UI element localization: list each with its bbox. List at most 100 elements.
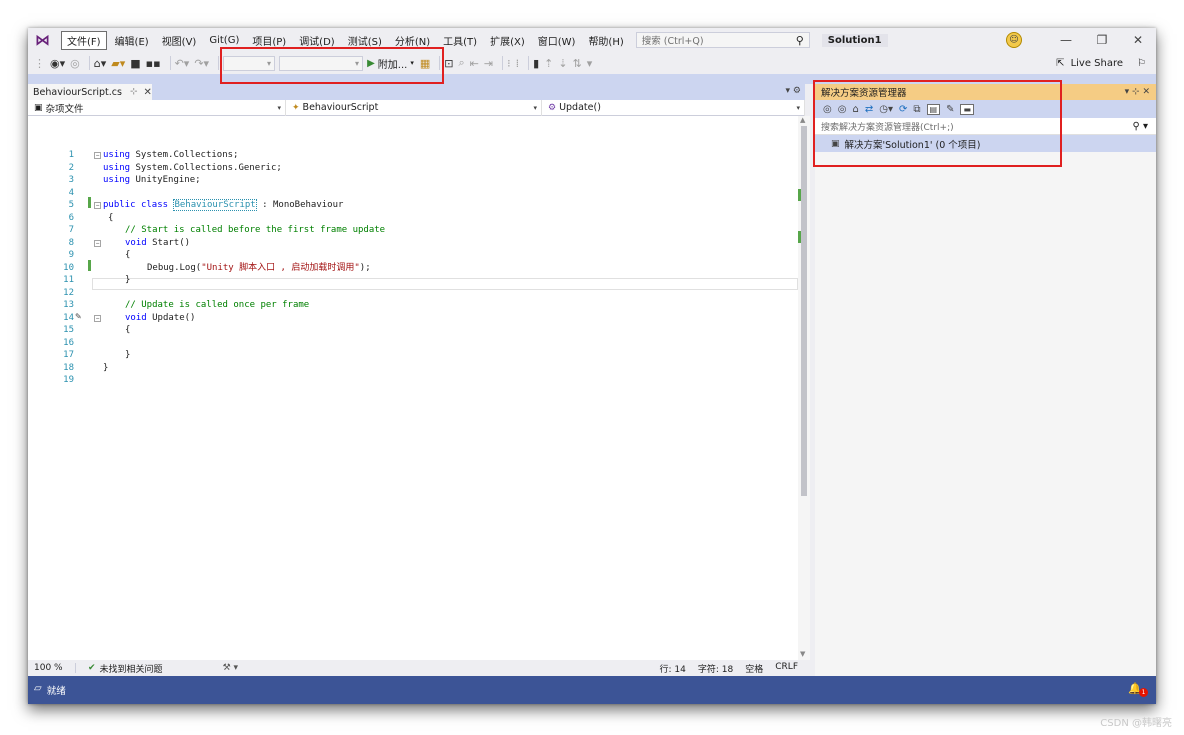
window-controls: ☺ — ❐ ✕ xyxy=(1006,28,1156,52)
global-search-placeholder: 搜索 (Ctrl+Q) xyxy=(641,36,704,47)
line-number: 5 xyxy=(68,200,74,210)
scrollbar-thumb[interactable] xyxy=(801,126,807,496)
vertical-scrollbar[interactable]: ▲ ▼ xyxy=(798,116,810,660)
undo-icon[interactable]: ↶▾ xyxy=(175,57,190,70)
line-number: 4 xyxy=(68,187,74,198)
code-line: 17} xyxy=(28,349,798,362)
save-all-icon[interactable]: ▪▪ xyxy=(146,57,161,70)
toolbar-separator xyxy=(88,56,90,70)
line-number: 9 xyxy=(68,250,74,260)
vs-window: ⋈ 文件(F) 编辑(E) 视图(V) Git(G) 项目(P) 调试(D) 测… xyxy=(28,28,1156,704)
code-line: 19 xyxy=(28,374,798,387)
toolbar-separator xyxy=(502,56,504,70)
code-line: 10 Debug.Log("Unity 脚本入口 , 启动加载时调用"); xyxy=(28,262,798,275)
outdent-icon[interactable]: ⇤ xyxy=(470,57,479,70)
menu-window[interactable]: 窗口(W) xyxy=(533,32,581,49)
class-dropdown[interactable]: ✦ BehaviourScript ▾ xyxy=(286,99,542,116)
zoom-dropdown[interactable]: 100 % xyxy=(28,663,76,673)
toolbar-overflow-icon[interactable]: ▾ xyxy=(587,57,593,70)
menu-extensions[interactable]: 扩展(X) xyxy=(485,32,530,49)
menu-edit[interactable]: 编辑(E) xyxy=(110,32,154,49)
menu-file[interactable]: 文件(F) xyxy=(61,30,107,50)
line-number: 11 xyxy=(63,275,74,285)
code-line: 4 xyxy=(28,187,798,200)
visual-studio-logo-icon: ⋈ xyxy=(35,31,50,49)
tab-dropdown-icon[interactable]: ▾ ⚙ xyxy=(782,84,805,98)
indent-icon[interactable]: ⇥ xyxy=(484,57,493,70)
code-line: 1 using System.Collections; xyxy=(28,149,798,162)
search-icon: ⚲ ▾ xyxy=(1132,120,1148,132)
bookmark-icon[interactable]: ▮ xyxy=(533,57,539,70)
new-project-icon[interactable]: ⌂▾ xyxy=(94,57,107,70)
line-number: 15 xyxy=(63,325,74,335)
code-line: 3 using UnityEngine; xyxy=(28,174,798,187)
char-indicator: 字符: 18 xyxy=(697,664,734,675)
ready-label: 就绪 xyxy=(46,686,66,697)
toolbar-separator xyxy=(528,56,530,70)
project-dropdown[interactable]: ▣ 杂项文件 ▾ xyxy=(28,99,286,116)
share-icon: ⇱ xyxy=(1056,57,1065,69)
spaces-indicator[interactable]: 空格 xyxy=(745,662,763,675)
notification-badge: 1 xyxy=(1139,688,1148,697)
menu-test[interactable]: 测试(S) xyxy=(343,32,387,49)
member-dropdown[interactable]: ⚙ Update() ▾ xyxy=(542,99,805,116)
screenshot-icon[interactable]: ⊡ xyxy=(444,57,453,70)
next-bookmark-icon[interactable]: ⇣ xyxy=(558,57,567,70)
find-icon[interactable]: ⌕ xyxy=(458,56,464,70)
document-tab[interactable]: BehaviourScript.cs ⊹ ✕ xyxy=(28,84,152,100)
navigate-back-icon[interactable]: ◉▾ xyxy=(50,57,65,70)
code-line: 14 void Update() xyxy=(28,312,798,325)
member-dropdown-value: Update() xyxy=(559,102,601,113)
change-marker xyxy=(798,189,801,201)
menu-view[interactable]: 视图(V) xyxy=(157,32,202,49)
class-icon: ✦ xyxy=(292,102,300,113)
redo-icon[interactable]: ↷▾ xyxy=(194,57,209,70)
uncomment-icon[interactable]: ⁞ xyxy=(516,57,520,70)
comment-icon[interactable]: ⁝ xyxy=(507,57,511,70)
prev-bookmark-icon[interactable]: ⇡ xyxy=(544,57,553,70)
panel-controls-icon[interactable]: ▾ ⊹ ✕ xyxy=(1125,87,1150,97)
menu-debug[interactable]: 调试(D) xyxy=(294,32,340,49)
minimize-button[interactable]: — xyxy=(1048,33,1084,47)
line-number: 12 xyxy=(63,287,74,298)
eol-indicator[interactable]: CRLF xyxy=(775,662,798,675)
toolbar-separator xyxy=(169,56,171,70)
open-file-icon[interactable]: ▰▾ xyxy=(111,57,125,70)
menu-tools[interactable]: 工具(T) xyxy=(438,32,482,49)
navigate-forward-icon[interactable]: ◎ xyxy=(70,57,80,70)
editor-tab-bar: BehaviourScript.cs ⊹ ✕ ▾ ⚙ xyxy=(28,84,805,100)
code-line: 9{ xyxy=(28,249,798,262)
close-window-button[interactable]: ✕ xyxy=(1120,33,1156,47)
live-share-button[interactable]: ⇱ Live Share ⚐ xyxy=(1056,52,1156,74)
close-tab-icon[interactable]: ✕ xyxy=(144,87,152,98)
highlight-box-toolbar xyxy=(220,47,444,84)
navigation-bar: ▣ 杂项文件 ▾ ✦ BehaviourScript ▾ ⚙ Update() … xyxy=(28,99,805,116)
menu-help[interactable]: 帮助(H) xyxy=(583,32,628,49)
account-icon[interactable]: ☺ xyxy=(1006,32,1022,48)
menu-analyze[interactable]: 分析(N) xyxy=(390,32,435,49)
live-share-label: Live Share xyxy=(1070,57,1124,69)
line-number: 6 xyxy=(68,212,74,223)
line-number: 3 xyxy=(68,175,74,185)
highlight-box-solution-explorer xyxy=(813,80,1062,167)
clear-bookmarks-icon[interactable]: ⇅ xyxy=(573,57,582,70)
scroll-up-icon[interactable]: ▲ xyxy=(800,116,805,124)
code-line: 16 xyxy=(28,337,798,350)
menu-project[interactable]: 项目(P) xyxy=(247,32,291,49)
document-tab-label: BehaviourScript.cs xyxy=(33,86,122,98)
change-marker xyxy=(798,231,801,243)
global-search-input[interactable]: 搜索 (Ctrl+Q) ⚲ xyxy=(635,32,810,48)
code-line: 6{ xyxy=(28,212,798,225)
chevron-down-icon: ▾ xyxy=(277,103,281,112)
scroll-down-icon[interactable]: ▼ xyxy=(800,650,805,658)
feedback-icon[interactable]: ⚐ xyxy=(1137,58,1146,69)
issues-indicator[interactable]: ✔ 未找到相关问题 xyxy=(88,662,163,675)
save-icon[interactable]: ■ xyxy=(130,57,140,70)
code-cleanup-icon[interactable]: ⚒ ▾ xyxy=(223,663,238,673)
code-editor[interactable]: − − − − ✎ 1 using System.Collections; 2 us… xyxy=(28,116,798,660)
restore-button[interactable]: ❐ xyxy=(1084,33,1120,47)
menu-git[interactable]: Git(G) xyxy=(204,34,244,47)
editor-status-line: 100 % ✔ 未找到相关问题 ⚒ ▾ 行: 14 字符: 18 空格 CRLF xyxy=(28,660,810,676)
chevron-down-icon: ▾ xyxy=(533,103,537,112)
pin-icon[interactable]: ⊹ xyxy=(130,87,138,97)
